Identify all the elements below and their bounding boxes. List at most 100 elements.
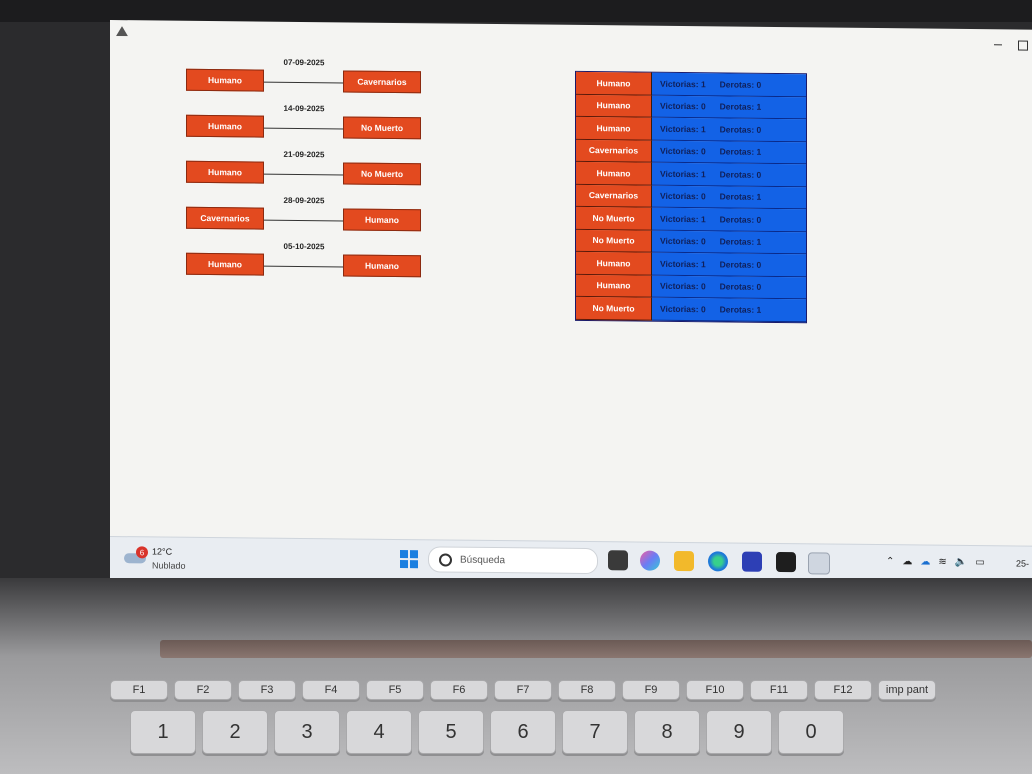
team-cell: No Muerto: [576, 206, 652, 231]
wins-label: Victorias: 0: [660, 281, 706, 292]
number-key-row: 1 2 3 4 5 6 7 8 9 0: [130, 710, 844, 754]
match-connector: [264, 265, 344, 268]
volume-icon[interactable]: 🔈: [955, 557, 967, 568]
losses-label: Derotas: 0: [719, 79, 762, 90]
key-8[interactable]: 8: [634, 710, 700, 754]
system-tray: ⌃ ☁ ☁ ≋ 🔈 ▭: [886, 556, 985, 568]
standings-row: Humano Victorias: 0 Derotas: 1: [576, 94, 806, 120]
onedrive-icon[interactable]: ☁: [902, 556, 912, 567]
battery-icon[interactable]: ▭: [975, 557, 984, 568]
stats-cell: Victorias: 1 Derotas: 0: [652, 72, 806, 97]
home-team-box: Humano: [186, 114, 264, 138]
key-5[interactable]: 5: [418, 710, 484, 754]
stats-cell: Victorias: 1 Derotas: 0: [652, 252, 806, 277]
team-cell: Cavernarios: [576, 139, 652, 163]
key-0[interactable]: 0: [778, 710, 844, 754]
away-team-box: Humano: [343, 208, 421, 232]
f7-key[interactable]: F7: [494, 680, 552, 700]
team-cell: Humano: [576, 94, 652, 118]
f11-key[interactable]: F11: [750, 680, 808, 700]
laptop-hinge: [160, 640, 1032, 658]
match-date: 28-09-2025: [283, 195, 325, 206]
standings-row: Humano Victorias: 1 Derotas: 0: [576, 71, 806, 97]
f10-key[interactable]: F10: [686, 680, 744, 700]
losses-label: Derotas: 1: [719, 101, 762, 113]
key-3[interactable]: 3: [274, 710, 340, 754]
f4-key[interactable]: F4: [302, 680, 360, 700]
match-row: 21-09-2025 Humano No Muerto: [186, 149, 426, 186]
team-cell: Humano: [576, 274, 652, 298]
away-team-box: Humano: [343, 254, 421, 278]
key-4[interactable]: 4: [346, 710, 412, 754]
wins-label: Victorias: 0: [660, 191, 706, 202]
key-7[interactable]: 7: [562, 710, 628, 754]
minimize-icon[interactable]: [994, 44, 1002, 46]
standings-row: No Muerto Victorias: 0 Derotas: 1: [576, 296, 806, 322]
stats-cell: Victorias: 1 Derotas: 0: [652, 117, 806, 142]
f3-key[interactable]: F3: [238, 680, 296, 700]
team-cell: Humano: [576, 251, 652, 276]
away-team-box: No Muerto: [343, 162, 421, 186]
java-app-icon[interactable]: [808, 552, 830, 575]
f6-key[interactable]: F6: [430, 680, 488, 700]
search-icon: [439, 552, 452, 567]
team-cell: No Muerto: [576, 296, 652, 321]
task-view-icon[interactable]: [608, 550, 628, 571]
match-connector: [264, 219, 344, 222]
standings-row: No Muerto Victorias: 0 Derotas: 1: [576, 229, 806, 255]
match-date: 05-10-2025: [283, 241, 325, 252]
home-team-box: Cavernarios: [186, 206, 264, 230]
losses-label: Derotas: 0: [719, 214, 762, 225]
losses-label: Derotas: 1: [719, 236, 762, 248]
weather-temp[interactable]: 12°C: [152, 546, 172, 556]
chevron-up-icon[interactable]: ⌃: [886, 556, 894, 567]
stats-cell: Victorias: 0 Derotas: 1: [652, 297, 806, 322]
stats-cell: Victorias: 0 Derotas: 1: [652, 95, 806, 120]
stats-cell: Victorias: 1 Derotas: 0: [652, 207, 806, 232]
key-6[interactable]: 6: [490, 710, 556, 754]
maximize-icon[interactable]: [1018, 40, 1028, 51]
clock[interactable]: 25-: [1016, 558, 1029, 568]
match-date: 21-09-2025: [283, 149, 325, 160]
file-explorer-icon[interactable]: [674, 550, 694, 572]
copilot-icon[interactable]: [640, 550, 660, 571]
losses-label: Derotas: 0: [719, 169, 762, 180]
f2-key[interactable]: F2: [174, 680, 232, 700]
search-input[interactable]: Búsqueda: [428, 546, 598, 575]
edge-browser-icon[interactable]: [708, 551, 728, 572]
laptop-screen: 07-09-2025 Humano Cavernarios 14-09-2025…: [110, 20, 1032, 589]
match-connector: [264, 81, 344, 84]
losses-label: Derotas: 0: [719, 124, 762, 135]
key-1[interactable]: 1: [130, 710, 196, 754]
f5-key[interactable]: F5: [366, 680, 424, 700]
wins-label: Victorias: 0: [660, 101, 706, 112]
match-connector: [264, 127, 344, 130]
terminal-icon[interactable]: [776, 551, 796, 573]
losses-label: Derotas: 1: [719, 191, 762, 203]
losses-label: Derotas: 1: [719, 146, 762, 158]
cloud-sync-icon[interactable]: ☁: [920, 556, 930, 567]
team-cell: Cavernarios: [576, 184, 652, 208]
team-cell: Humano: [576, 161, 652, 186]
windows-start-icon[interactable]: [400, 550, 418, 569]
standings-row: Humano Victorias: 1 Derotas: 0: [576, 251, 806, 277]
f12-key[interactable]: F12: [814, 680, 872, 700]
f1-key[interactable]: F1: [110, 680, 168, 700]
print-screen-key[interactable]: imp pant: [878, 680, 936, 700]
key-2[interactable]: 2: [202, 710, 268, 754]
standings-row: No Muerto Victorias: 1 Derotas: 0: [576, 206, 806, 232]
stats-cell: Victorias: 0 Derotas: 1: [652, 185, 806, 210]
weather-desc[interactable]: Nublado: [152, 560, 186, 570]
losses-label: Derotas: 0: [719, 259, 762, 270]
f8-key[interactable]: F8: [558, 680, 616, 700]
wins-label: Victorias: 0: [660, 236, 706, 247]
stats-cell: Victorias: 0 Derotas: 1: [652, 140, 806, 165]
home-team-box: Humano: [186, 252, 264, 276]
home-team-box: Humano: [186, 68, 264, 92]
key-9[interactable]: 9: [706, 710, 772, 754]
wifi-icon[interactable]: ≋: [938, 557, 946, 568]
f9-key[interactable]: F9: [622, 680, 680, 700]
standings-row: Humano Victorias: 1 Derotas: 0: [576, 161, 806, 187]
wins-label: Victorias: 1: [660, 123, 706, 134]
intellij-icon[interactable]: [742, 551, 762, 572]
